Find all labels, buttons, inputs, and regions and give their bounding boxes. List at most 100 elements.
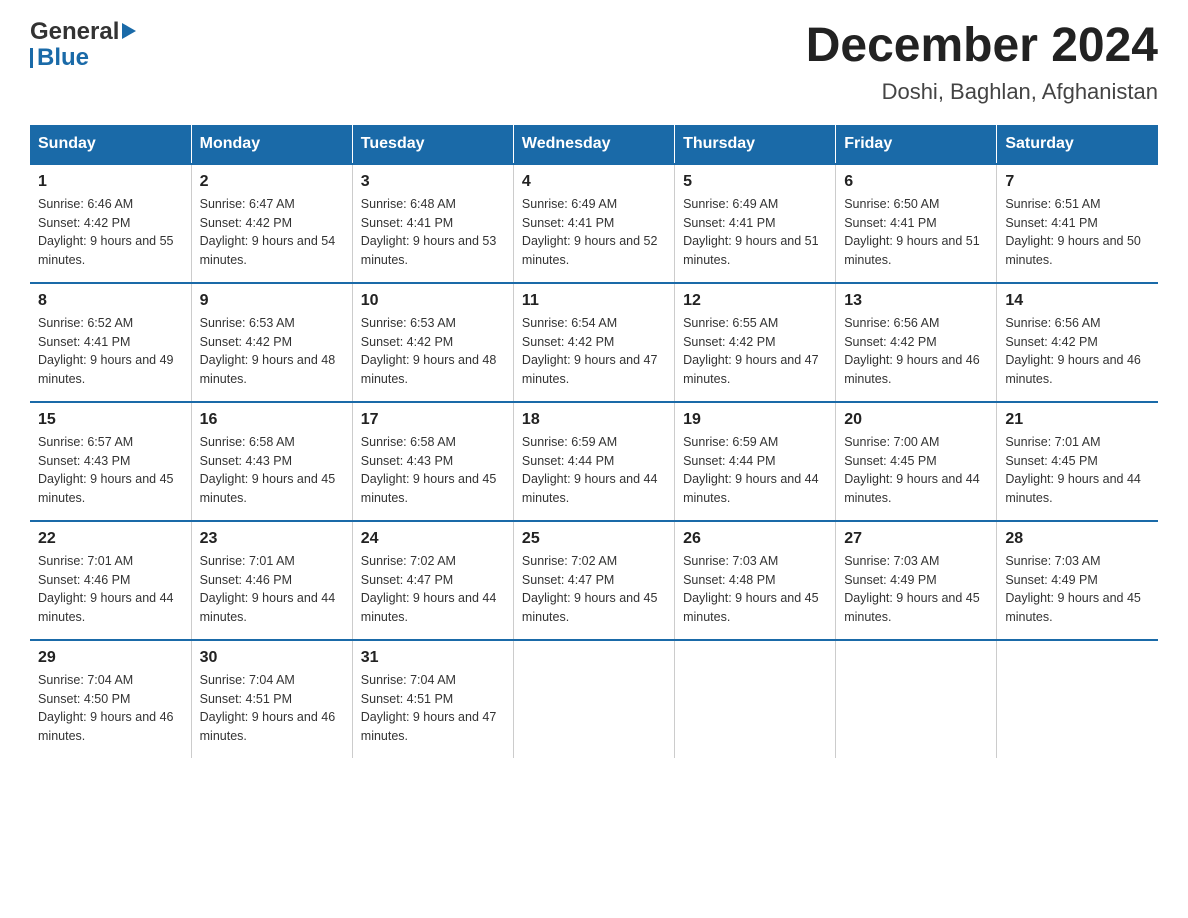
day-info: Sunrise: 6:59 AMSunset: 4:44 PMDaylight:…	[522, 433, 666, 508]
header-day-tuesday: Tuesday	[352, 125, 513, 164]
day-info: Sunrise: 6:49 AMSunset: 4:41 PMDaylight:…	[522, 195, 666, 270]
day-info: Sunrise: 6:58 AMSunset: 4:43 PMDaylight:…	[200, 433, 344, 508]
header-day-monday: Monday	[191, 125, 352, 164]
header-day-thursday: Thursday	[675, 125, 836, 164]
calendar-subtitle: Doshi, Baghlan, Afghanistan	[806, 79, 1158, 105]
day-number: 21	[1005, 411, 1150, 429]
calendar-cell: 11Sunrise: 6:54 AMSunset: 4:42 PMDayligh…	[513, 283, 674, 402]
day-number: 28	[1005, 530, 1150, 548]
calendar-cell: 4 Sunrise: 6:49 AMSunset: 4:41 PMDaylight…	[513, 164, 674, 283]
calendar-cell: 6 Sunrise: 6:50 AMSunset: 4:41 PMDaylight…	[836, 164, 997, 283]
calendar-cell: 31 Sunrise: 7:04 AMSunset: 4:51 PMDayligh…	[352, 640, 513, 758]
calendar-cell: 15 Sunrise: 6:57 AMSunset: 4:43 PMDayligh…	[30, 402, 191, 521]
calendar-cell: 19 Sunrise: 6:59 AMSunset: 4:44 PMDayligh…	[675, 402, 836, 521]
day-info: Sunrise: 6:55 AMSunset: 4:42 PMDaylight:…	[683, 314, 827, 389]
calendar-table: SundayMondayTuesdayWednesdayThursdayFrid…	[30, 125, 1158, 758]
day-info: Sunrise: 6:58 AMSunset: 4:43 PMDaylight:…	[361, 433, 505, 508]
calendar-cell: 20 Sunrise: 7:00 AMSunset: 4:45 PMDayligh…	[836, 402, 997, 521]
calendar-cell: 16 Sunrise: 6:58 AMSunset: 4:43 PMDayligh…	[191, 402, 352, 521]
logo-vline-icon	[30, 48, 33, 68]
day-info: Sunrise: 6:53 AMSunset: 4:42 PMDaylight:…	[361, 314, 505, 389]
day-info: Sunrise: 7:04 AMSunset: 4:50 PMDaylight:…	[38, 671, 183, 746]
calendar-cell: 26 Sunrise: 7:03 AMSunset: 4:48 PMDayligh…	[675, 521, 836, 640]
day-info: Sunrise: 6:56 AMSunset: 4:42 PMDaylight:…	[1005, 314, 1150, 389]
day-number: 13	[844, 292, 988, 310]
day-info: Sunrise: 6:47 AMSunset: 4:42 PMDaylight:…	[200, 195, 344, 270]
day-info: Sunrise: 7:02 AMSunset: 4:47 PMDaylight:…	[361, 552, 505, 627]
calendar-cell: 17Sunrise: 6:58 AMSunset: 4:43 PMDayligh…	[352, 402, 513, 521]
day-number: 12	[683, 292, 827, 310]
calendar-cell: 14 Sunrise: 6:56 AMSunset: 4:42 PMDayligh…	[997, 283, 1158, 402]
day-info: Sunrise: 7:01 AMSunset: 4:46 PMDaylight:…	[38, 552, 183, 627]
header-row: SundayMondayTuesdayWednesdayThursdayFrid…	[30, 125, 1158, 164]
calendar-cell: 21 Sunrise: 7:01 AMSunset: 4:45 PMDayligh…	[997, 402, 1158, 521]
day-info: Sunrise: 6:51 AMSunset: 4:41 PMDaylight:…	[1005, 195, 1150, 270]
day-number: 24	[361, 530, 505, 548]
calendar-cell: 18 Sunrise: 6:59 AMSunset: 4:44 PMDayligh…	[513, 402, 674, 521]
day-info: Sunrise: 7:03 AMSunset: 4:49 PMDaylight:…	[1005, 552, 1150, 627]
day-info: Sunrise: 6:48 AMSunset: 4:41 PMDaylight:…	[361, 195, 505, 270]
day-info: Sunrise: 7:01 AMSunset: 4:46 PMDaylight:…	[200, 552, 344, 627]
day-number: 29	[38, 649, 183, 667]
header-day-sunday: Sunday	[30, 125, 191, 164]
logo-general-text: General	[30, 20, 119, 44]
calendar-cell	[675, 640, 836, 758]
day-info: Sunrise: 7:03 AMSunset: 4:49 PMDaylight:…	[844, 552, 988, 627]
logo: General Blue	[30, 20, 136, 70]
day-number: 2	[200, 173, 344, 191]
day-number: 26	[683, 530, 827, 548]
calendar-cell: 22 Sunrise: 7:01 AMSunset: 4:46 PMDayligh…	[30, 521, 191, 640]
day-info: Sunrise: 7:04 AMSunset: 4:51 PMDaylight:…	[361, 671, 505, 746]
day-number: 31	[361, 649, 505, 667]
calendar-cell: 12 Sunrise: 6:55 AMSunset: 4:42 PMDayligh…	[675, 283, 836, 402]
day-info: Sunrise: 7:02 AMSunset: 4:47 PMDaylight:…	[522, 552, 666, 627]
day-number: 16	[200, 411, 344, 429]
calendar-cell: 7Sunrise: 6:51 AMSunset: 4:41 PMDaylight…	[997, 164, 1158, 283]
day-info: Sunrise: 6:54 AMSunset: 4:42 PMDaylight:…	[522, 314, 666, 389]
calendar-cell: 25 Sunrise: 7:02 AMSunset: 4:47 PMDayligh…	[513, 521, 674, 640]
day-number: 10	[361, 292, 505, 310]
day-info: Sunrise: 6:57 AMSunset: 4:43 PMDaylight:…	[38, 433, 183, 508]
day-info: Sunrise: 7:00 AMSunset: 4:45 PMDaylight:…	[844, 433, 988, 508]
day-number: 14	[1005, 292, 1150, 310]
day-number: 15	[38, 411, 183, 429]
calendar-cell: 13 Sunrise: 6:56 AMSunset: 4:42 PMDayligh…	[836, 283, 997, 402]
calendar-cell: 2 Sunrise: 6:47 AMSunset: 4:42 PMDaylight…	[191, 164, 352, 283]
day-number: 4	[522, 173, 666, 191]
day-info: Sunrise: 6:50 AMSunset: 4:41 PMDaylight:…	[844, 195, 988, 270]
day-info: Sunrise: 6:52 AMSunset: 4:41 PMDaylight:…	[38, 314, 183, 389]
day-number: 6	[844, 173, 988, 191]
calendar-cell: 5Sunrise: 6:49 AMSunset: 4:41 PMDaylight…	[675, 164, 836, 283]
calendar-cell: 3 Sunrise: 6:48 AMSunset: 4:41 PMDaylight…	[352, 164, 513, 283]
calendar-cell: 29 Sunrise: 7:04 AMSunset: 4:50 PMDayligh…	[30, 640, 191, 758]
logo-blue-text: Blue	[37, 46, 89, 70]
day-number: 25	[522, 530, 666, 548]
header-day-wednesday: Wednesday	[513, 125, 674, 164]
day-info: Sunrise: 7:04 AMSunset: 4:51 PMDaylight:…	[200, 671, 344, 746]
page-header: General Blue December 2024 Doshi, Baghla…	[30, 20, 1158, 105]
day-number: 19	[683, 411, 827, 429]
day-number: 23	[200, 530, 344, 548]
day-info: Sunrise: 6:53 AMSunset: 4:42 PMDaylight:…	[200, 314, 344, 389]
day-number: 20	[844, 411, 988, 429]
week-row-1: 1Sunrise: 6:46 AMSunset: 4:42 PMDaylight…	[30, 164, 1158, 283]
calendar-cell	[997, 640, 1158, 758]
day-info: Sunrise: 6:59 AMSunset: 4:44 PMDaylight:…	[683, 433, 827, 508]
calendar-header: SundayMondayTuesdayWednesdayThursdayFrid…	[30, 125, 1158, 164]
day-number: 22	[38, 530, 183, 548]
day-info: Sunrise: 7:01 AMSunset: 4:45 PMDaylight:…	[1005, 433, 1150, 508]
day-number: 27	[844, 530, 988, 548]
day-info: Sunrise: 6:49 AMSunset: 4:41 PMDaylight:…	[683, 195, 827, 270]
calendar-cell: 30 Sunrise: 7:04 AMSunset: 4:51 PMDayligh…	[191, 640, 352, 758]
day-number: 30	[200, 649, 344, 667]
day-number: 18	[522, 411, 666, 429]
calendar-cell: 28 Sunrise: 7:03 AMSunset: 4:49 PMDayligh…	[997, 521, 1158, 640]
logo-arrow-icon	[122, 23, 136, 39]
week-row-3: 15 Sunrise: 6:57 AMSunset: 4:43 PMDayligh…	[30, 402, 1158, 521]
calendar-body: 1Sunrise: 6:46 AMSunset: 4:42 PMDaylight…	[30, 164, 1158, 758]
calendar-cell: 23 Sunrise: 7:01 AMSunset: 4:46 PMDayligh…	[191, 521, 352, 640]
day-number: 8	[38, 292, 183, 310]
day-info: Sunrise: 6:56 AMSunset: 4:42 PMDaylight:…	[844, 314, 988, 389]
day-number: 3	[361, 173, 505, 191]
day-info: Sunrise: 7:03 AMSunset: 4:48 PMDaylight:…	[683, 552, 827, 627]
